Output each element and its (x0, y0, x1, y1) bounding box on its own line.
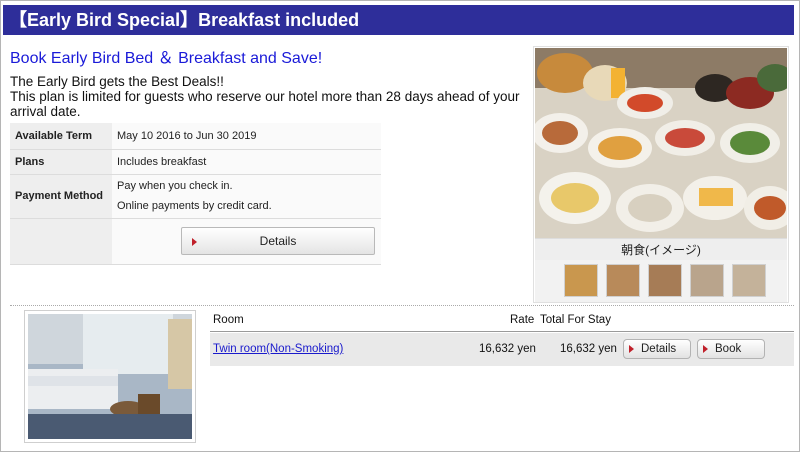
room-details-button[interactable]: Details (623, 339, 691, 359)
total-column-header: Total For Stay (540, 314, 611, 326)
intro-line-1: The Early Bird gets the Best Deals!! (10, 74, 224, 89)
room-photo[interactable] (24, 310, 196, 443)
plans-label: Plans (10, 149, 112, 175)
room-name-link[interactable]: Twin room(Non-Smoking) (213, 343, 343, 355)
breakfast-thumbnail-1[interactable] (564, 264, 598, 297)
plan-info-table: Available Term May 10 2016 to Jun 30 201… (10, 123, 381, 265)
book-button-label: Book (715, 343, 742, 355)
available-term-value: May 10 2016 to Jun 30 2019 (112, 123, 381, 150)
plan-headline: Book Early Bird Bed ＆ Breakfast and Save… (10, 50, 323, 67)
breakfast-image-caption: 朝食(イメージ) (535, 238, 787, 260)
room-details-label: Details (641, 343, 677, 355)
payment-method-label: Payment Method (10, 174, 112, 219)
arrow-right-icon (629, 345, 634, 353)
details-button-label: Details (259, 234, 297, 248)
intro-line-2: This plan is limited for guests who rese… (10, 89, 520, 119)
section-divider (10, 305, 794, 306)
breakfast-main-image[interactable] (535, 48, 787, 238)
breakfast-photo-panel: 朝食(イメージ) (533, 46, 789, 303)
plan-title: 【Early Bird Special】Breakfast included (3, 5, 794, 35)
twin-room-image (28, 314, 192, 439)
breakfast-buffet-image (535, 48, 787, 238)
plan-details-button[interactable]: Details (181, 227, 375, 255)
details-button-cell: Details (112, 218, 381, 265)
room-rate: 16,632 yen (479, 343, 536, 355)
payment-line-2: Online payments by credit card. (117, 200, 272, 212)
rooms-table-header: Room Rate Total For Stay (210, 312, 794, 332)
room-column-header: Room (213, 314, 244, 326)
available-term-label: Available Term (10, 123, 112, 150)
book-button[interactable]: Book (697, 339, 765, 359)
arrow-right-icon (703, 345, 708, 353)
payment-line-1: Pay when you check in. (117, 180, 233, 192)
empty-label-cell (10, 218, 112, 265)
room-total: 16,632 yen (560, 343, 617, 355)
payment-method-value: Pay when you check in. Online payments b… (112, 174, 381, 219)
plan-intro: The Early Bird gets the Best Deals!! Thi… (10, 74, 530, 119)
arrow-right-icon (192, 238, 197, 246)
breakfast-thumbnail-strip (535, 260, 787, 302)
breakfast-thumbnail-2[interactable] (606, 264, 640, 297)
rate-column-header: Rate (510, 314, 535, 326)
breakfast-thumbnail-4[interactable] (690, 264, 724, 297)
breakfast-thumbnail-3[interactable] (648, 264, 682, 297)
table-row: Twin room(Non-Smoking) 16,632 yen 16,632… (210, 333, 794, 366)
breakfast-thumbnail-5[interactable] (732, 264, 766, 297)
plans-value: Includes breakfast (112, 149, 381, 175)
